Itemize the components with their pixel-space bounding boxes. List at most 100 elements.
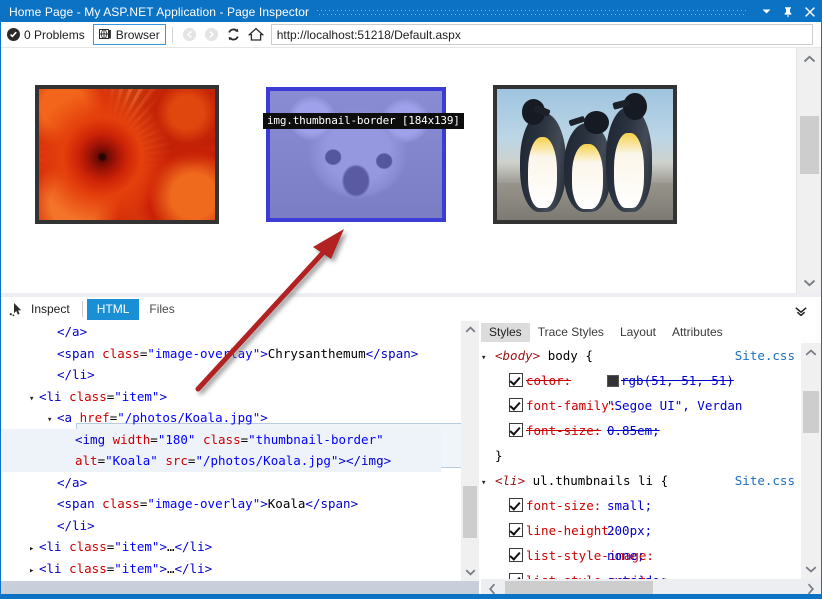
thumbnail-chrysanthemum[interactable] (35, 85, 219, 224)
tab-attributes[interactable]: Attributes (664, 323, 731, 342)
inspect-button[interactable]: Inspect (1, 297, 78, 321)
close-button[interactable] (799, 1, 821, 22)
scrollbar-thumb[interactable] (800, 116, 819, 174)
html-source-line[interactable]: </a> (1, 321, 441, 343)
tab-trace-styles-label: Trace Styles (538, 325, 604, 339)
browser-preview[interactable]: img.thumbnail-border [184x139] (1, 48, 796, 293)
styles-scrollbar-thumb[interactable] (803, 391, 819, 433)
arrow-back-icon (182, 27, 197, 42)
arrow-forward-icon (204, 27, 219, 42)
refresh-icon (226, 27, 241, 42)
styles-scroll-down-button[interactable] (801, 559, 821, 579)
html-source-line[interactable]: ▸<li class="item">…</li> (1, 558, 441, 580)
thumbnail-koala-selected[interactable] (264, 85, 448, 224)
html-source-line[interactable]: <img width="180" class="thumbnail-border… (1, 429, 441, 451)
html-source-line[interactable]: <span class="image-overlay">Chrysanthemu… (1, 343, 441, 365)
window-title: Home Page - My ASP.NET Application - Pag… (1, 5, 309, 19)
styles-tab-bar: Styles Trace Styles Layout Attributes (481, 321, 821, 343)
html-source-line[interactable]: ▾<li class="item"> (1, 386, 441, 408)
chevron-down-icon (761, 6, 772, 17)
thumbnail-penguins[interactable] (493, 85, 677, 224)
declaration-value: rgb(51, 51, 51) (621, 373, 734, 388)
declaration-checkbox[interactable] (509, 373, 523, 387)
collapse-panel-button[interactable] (793, 304, 809, 320)
tab-files-label: Files (149, 302, 174, 316)
declaration-checkbox[interactable] (509, 398, 523, 412)
style-declaration[interactable]: list-style-image:none; (481, 543, 801, 568)
style-rule-header[interactable]: ▾<li> ul.thumbnails li {Site.css (481, 468, 801, 493)
html-source-line[interactable]: </a> (1, 472, 441, 494)
style-rule-header[interactable]: ▾<body> body {Site.css (481, 343, 801, 368)
home-icon (248, 27, 264, 42)
tab-html-label: HTML (97, 302, 130, 316)
refresh-button[interactable] (223, 24, 245, 46)
pin-button[interactable] (777, 1, 799, 22)
html-vertical-scrollbar[interactable] (461, 321, 479, 581)
declaration-value: small; (607, 498, 652, 513)
problems-indicator[interactable]: 0 Problems (1, 28, 91, 42)
tab-styles[interactable]: Styles (481, 323, 530, 342)
declaration-property: font-family (526, 398, 609, 413)
declaration-checkbox[interactable] (509, 548, 523, 562)
home-button[interactable] (245, 24, 267, 46)
koala-image (268, 89, 444, 220)
html-source-panel[interactable]: </a><span class="image-overlay">Chrysant… (1, 321, 461, 598)
html-source-line[interactable]: </li> (1, 515, 441, 537)
tab-html[interactable]: HTML (87, 299, 140, 320)
style-declaration[interactable]: list-style-positi…:outside; (481, 568, 801, 579)
browser-button[interactable]: Browser (93, 24, 166, 45)
double-chevron-down-icon (794, 306, 808, 318)
style-source-file[interactable]: Site.css (735, 343, 795, 368)
tab-files[interactable]: Files (139, 299, 184, 320)
tab-styles-label: Styles (489, 325, 522, 339)
declaration-checkbox[interactable] (509, 523, 523, 537)
tab-trace-styles[interactable]: Trace Styles (530, 323, 612, 342)
html-scrollbar-thumb[interactable] (463, 486, 477, 538)
style-declaration[interactable]: font-family:"Segoe UI", Verdan (481, 393, 801, 418)
selection-overlay (268, 89, 444, 220)
tab-layout-label: Layout (620, 325, 656, 339)
address-bar[interactable]: http://localhost:51218/Default.aspx (271, 24, 813, 45)
style-source-file[interactable]: Site.css (735, 468, 795, 493)
inspector-toolbar: 0 Problems Browser (1, 22, 821, 48)
declaration-checkbox[interactable] (509, 423, 523, 437)
chevron-down-icon (805, 565, 817, 573)
status-bar (1, 594, 821, 598)
html-source-line[interactable]: alt="Koala" src="/photos/Koala.jpg"></im… (1, 450, 441, 472)
title-bar: Home Page - My ASP.NET Application - Pag… (1, 1, 821, 22)
styles-panel: Styles Trace Styles Layout Attributes ▾<… (481, 321, 821, 598)
styles-scroll-up-button[interactable] (801, 343, 821, 363)
style-declaration[interactable]: line-height:200px; (481, 518, 801, 543)
html-source-line[interactable]: </li> (1, 364, 441, 386)
thumbnail-frame-highlighted (264, 85, 448, 224)
scroll-down-button[interactable] (797, 271, 822, 293)
declaration-value: 200px; (607, 523, 652, 538)
html-scroll-up-button[interactable] (461, 321, 479, 339)
chevron-right-icon (806, 583, 815, 595)
penguin-center (564, 123, 612, 212)
chrysanthemum-image (39, 89, 215, 220)
styles-vertical-scrollbar[interactable] (801, 343, 821, 579)
preview-vertical-scrollbar[interactable] (796, 48, 822, 293)
styles-rule-list[interactable]: ▾<body> body {Site.csscolor:rgb(51, 51, … (481, 343, 801, 579)
html-source-line[interactable]: ▸<li class="item">…</li> (1, 536, 441, 558)
forward-button[interactable] (201, 24, 223, 46)
back-button[interactable] (179, 24, 201, 46)
problems-label: 0 Problems (24, 28, 85, 42)
style-declaration[interactable]: font-size:small; (481, 493, 801, 518)
scroll-up-button[interactable] (797, 48, 822, 70)
html-source-line[interactable]: <span class="image-overlay">Koala</span> (1, 493, 441, 515)
declaration-property: font-size (526, 423, 594, 438)
pin-icon (782, 6, 794, 18)
style-declaration[interactable]: color:rgb(51, 51, 51) (481, 368, 801, 393)
browser-window-icon (99, 28, 112, 41)
window-menu-button[interactable] (755, 1, 777, 22)
declaration-checkbox[interactable] (509, 498, 523, 512)
penguin-right (606, 107, 652, 212)
html-scroll-down-button[interactable] (461, 563, 479, 581)
style-declaration[interactable]: font-size:0.85em; (481, 418, 801, 443)
chevron-up-icon (803, 55, 816, 64)
close-icon (804, 6, 816, 18)
tab-layout[interactable]: Layout (612, 323, 664, 342)
html-source-line[interactable]: ▾<a href="/photos/Koala.jpg"> (1, 407, 441, 429)
